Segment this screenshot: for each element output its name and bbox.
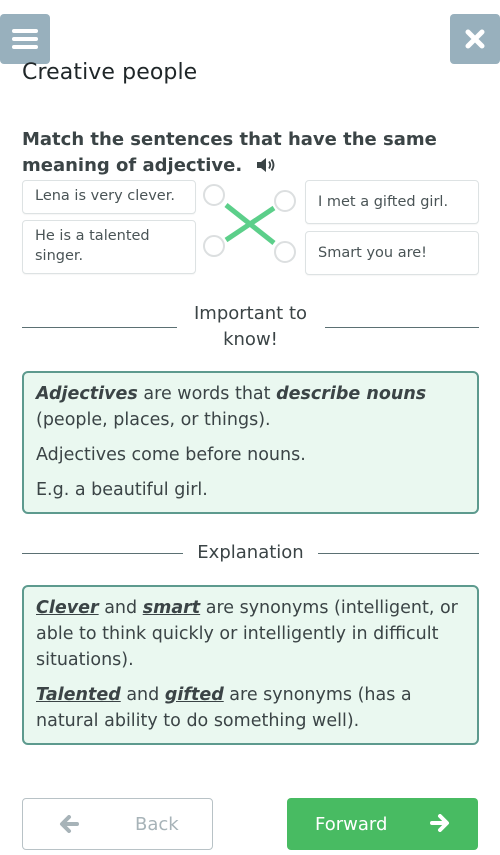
word-talented: Talented: [36, 685, 121, 705]
right-item-2[interactable]: Smart you are!: [305, 231, 479, 275]
term-adjectives: Adjectives: [36, 384, 138, 404]
close-x-icon: [465, 29, 485, 49]
right-item-1[interactable]: I met a gifted girl.: [305, 180, 479, 224]
explanation-paragraph-1: Clever and smart are synonyms (intellige…: [36, 595, 465, 673]
back-button[interactable]: Back: [22, 798, 213, 850]
text: and: [98, 598, 143, 618]
back-label: Back: [135, 813, 179, 835]
explanation-box: Clever and smart are synonyms (intellige…: [22, 585, 479, 745]
right-connector-1[interactable]: [274, 190, 296, 212]
task-instruction: Match the sentences that have the same m…: [22, 127, 442, 181]
important-paragraph-1: Adjectives are words that describe nouns…: [36, 381, 465, 433]
left-item-1[interactable]: Lena is very clever.: [22, 180, 196, 214]
instruction-text: Match the sentences that have the same m…: [22, 129, 437, 176]
text: and: [120, 685, 165, 705]
important-divider: Important to know!: [22, 301, 479, 353]
term-describe-nouns: describe nouns: [276, 384, 427, 404]
word-clever: Clever: [36, 598, 99, 618]
close-button[interactable]: [450, 14, 500, 64]
text: are words that: [137, 384, 277, 404]
left-item-text: Lena is very clever.: [35, 188, 175, 204]
word-smart: smart: [142, 598, 201, 618]
forward-button[interactable]: Forward: [287, 798, 478, 850]
important-box: Adjectives are words that describe nouns…: [22, 371, 479, 514]
right-item-text: Smart you are!: [318, 245, 427, 261]
right-connector-2[interactable]: [274, 241, 296, 263]
divider-line: [22, 326, 177, 328]
explanation-paragraph-2: Talented and gifted are synonyms (has a …: [36, 682, 465, 734]
hamburger-menu-icon: [12, 29, 38, 49]
arrow-left-icon: [60, 815, 79, 833]
explanation-heading: Explanation: [197, 542, 304, 563]
menu-button[interactable]: [0, 14, 50, 64]
forward-label: Forward: [315, 813, 388, 835]
word-gifted: gifted: [164, 685, 224, 705]
divider-line: [317, 552, 479, 554]
left-connector-1[interactable]: [203, 184, 225, 206]
text: (people, places, or things).: [36, 410, 271, 430]
divider-line: [22, 552, 184, 554]
explanation-divider: Explanation: [22, 540, 479, 566]
match-line-2: [224, 205, 276, 243]
match-line-1: [224, 203, 276, 245]
divider-line: [324, 326, 479, 328]
arrow-right-icon: [430, 814, 449, 832]
important-heading: Important to know!: [193, 303, 308, 350]
right-item-text: I met a gifted girl.: [318, 194, 449, 210]
left-item-text: He is a talented singer.: [35, 228, 150, 264]
page-title: Creative people: [22, 60, 198, 85]
important-paragraph-2: Adjectives come before nouns.: [36, 445, 306, 465]
left-connector-2[interactable]: [203, 235, 225, 257]
speaker-icon[interactable]: [256, 155, 276, 181]
left-item-2[interactable]: He is a talented singer.: [22, 220, 196, 274]
important-paragraph-3: E.g. a beautiful girl.: [36, 480, 208, 500]
